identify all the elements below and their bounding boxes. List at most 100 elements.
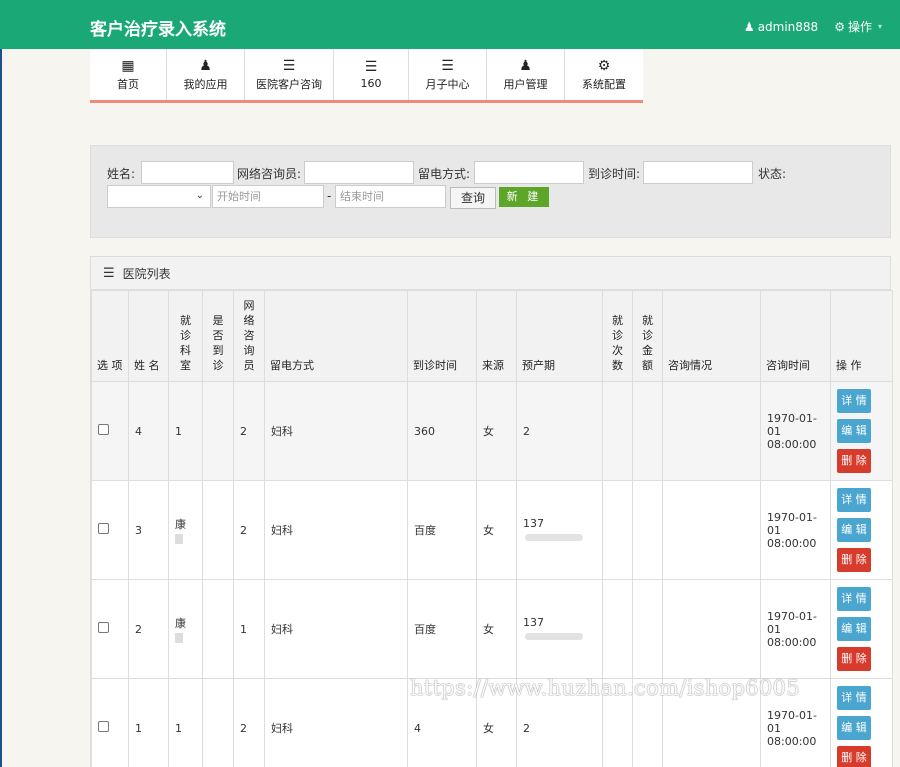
name-input[interactable]	[141, 161, 234, 184]
cell-consult-time: 1970-01- 01 08:00:00	[760, 480, 831, 580]
consultant-label: 网络咨询员:	[237, 167, 302, 181]
nav-item-160[interactable]: ☰ 160	[334, 49, 409, 100]
col-arrived: 是否到诊	[202, 290, 234, 382]
detail-button[interactable]: 详 情	[837, 686, 871, 710]
cell-arrived	[202, 678, 234, 767]
cell-dept: 康	[168, 480, 203, 580]
row-checkbox[interactable]	[98, 523, 109, 534]
delete-button[interactable]: 删 除	[837, 548, 871, 572]
table-row: 3 康 2 妇科 百度 女 137 1970-01- 01 08:00:00 详 情…	[91, 480, 893, 580]
delete-button[interactable]: 删 除	[837, 647, 871, 671]
new-button[interactable]: 新 建	[499, 187, 549, 207]
cell-due: 2	[516, 678, 603, 767]
row-checkbox[interactable]	[98, 721, 109, 732]
row-checkbox-cell	[91, 480, 129, 580]
edit-button[interactable]: 编 辑	[837, 716, 871, 740]
edit-button[interactable]: 编 辑	[837, 419, 871, 443]
cell-dept: 1	[168, 678, 203, 767]
cell-visits	[602, 579, 633, 679]
delete-button[interactable]: 删 除	[837, 746, 871, 767]
cell-source: 女	[476, 480, 517, 580]
nav-label: 首页	[117, 77, 139, 91]
grid-icon: ▦	[121, 57, 135, 74]
col-ops: 操 作	[830, 290, 893, 382]
cell-arrived	[202, 480, 234, 580]
hospital-list-panel: ☰ 医院列表 选 项 姓 名 就诊科室 是否到诊 网络咨询员 留电方式 到诊时间…	[90, 256, 893, 767]
user-icon: ♟	[743, 19, 755, 34]
search-panel: 姓名: 网络咨询员: 留电方式: 到诊时间: 状态: ⌄ 开始时间 - 结束时间…	[90, 145, 891, 238]
left-edge	[0, 49, 2, 767]
status-select[interactable]: ⌄	[107, 185, 211, 208]
col-consultant: 网络咨询员	[233, 290, 265, 382]
query-button[interactable]: 查询	[450, 187, 496, 209]
nav-item-user-admin[interactable]: ♟ 用户管理	[487, 49, 565, 100]
username: admin888	[757, 19, 819, 34]
col-amount: 就诊金额	[632, 290, 663, 382]
cell-amount	[632, 678, 663, 767]
contact-input[interactable]	[474, 161, 584, 184]
top-bar: 客户治疗录入系统 ♟ admin888 ⚙ 操作 ▾	[0, 0, 900, 49]
cell-dept: 康	[168, 579, 203, 679]
chevron-down-icon: ⌄	[195, 190, 204, 201]
col-consult-time: 咨询时间	[760, 290, 831, 382]
table-row: 1 1 2 妇科 4 女 2 1970-01- 01 08:00:00 详 情编 辑…	[91, 678, 893, 767]
row-checkbox-cell	[91, 381, 129, 481]
start-time-input[interactable]: 开始时间	[212, 185, 324, 208]
nav-item-my-apps[interactable]: ♟ 我的应用	[167, 49, 245, 100]
nav-label: 用户管理	[503, 77, 548, 91]
panel-title: 医院列表	[122, 266, 171, 281]
top-right-menu: ♟ admin888 ⚙ 操作 ▾	[744, 18, 882, 35]
end-time-input[interactable]: 结束时间	[335, 185, 446, 208]
cell-contact: 妇科	[264, 381, 408, 481]
detail-button[interactable]: 详 情	[837, 389, 871, 413]
nav-item-home[interactable]: ▦ 首页	[90, 49, 167, 100]
cell-ops: 详 情编 辑删 除	[830, 678, 893, 767]
user-menu[interactable]: ♟ admin888	[744, 18, 818, 35]
cell-amount	[632, 381, 663, 481]
ops-menu[interactable]: ⚙ 操作 ▾	[834, 18, 882, 35]
cell-ops: 详 情编 辑删 除	[830, 381, 893, 481]
row-checkbox[interactable]	[98, 622, 109, 633]
ops-label: 操作	[847, 20, 872, 34]
row-checkbox-cell	[91, 678, 129, 767]
panel-header: ☰ 医院列表	[91, 257, 890, 290]
edit-button[interactable]: 编 辑	[837, 617, 871, 641]
cell-amount	[632, 480, 663, 580]
cell-consult-info	[662, 579, 761, 679]
detail-button[interactable]: 详 情	[837, 488, 871, 512]
hospital-table: 选 项 姓 名 就诊科室 是否到诊 网络咨询员 留电方式 到诊时间 来源 预产期…	[91, 290, 893, 767]
detail-button[interactable]: 详 情	[837, 587, 871, 611]
col-visits: 就诊次数	[602, 290, 633, 382]
cell-due: 2	[516, 381, 603, 481]
gear-icon: ⚙	[597, 57, 611, 74]
nav-label: 医院客户咨询	[256, 77, 322, 91]
cell-source: 女	[476, 381, 517, 481]
visit-time-label: 到诊时间:	[588, 167, 641, 181]
nav-item-settings[interactable]: ⚙ 系统配置	[565, 49, 643, 100]
nav-label: 我的应用	[183, 77, 228, 91]
col-due: 预产期	[516, 290, 603, 382]
cell-visit-time: 4	[407, 678, 477, 767]
delete-button[interactable]: 删 除	[837, 449, 871, 473]
row-checkbox[interactable]	[98, 424, 109, 435]
consultant-input[interactable]	[304, 161, 414, 184]
edit-button[interactable]: 编 辑	[837, 518, 871, 542]
cell-consultant: 2	[233, 381, 265, 481]
redacted-text	[175, 633, 183, 643]
cell-visit-time: 百度	[407, 579, 477, 679]
cell-consult-info	[662, 480, 761, 580]
cell-source: 女	[476, 579, 517, 679]
user-icon: ♟	[519, 57, 532, 74]
nav-item-postpartum[interactable]: ☰ 月子中心	[409, 49, 487, 100]
cell-ops: 详 情编 辑删 除	[830, 579, 893, 679]
cell-contact: 妇科	[264, 480, 408, 580]
cell-arrived	[202, 381, 234, 481]
col-select: 选 项	[91, 290, 129, 382]
table-header-row: 选 项 姓 名 就诊科室 是否到诊 网络咨询员 留电方式 到诊时间 来源 预产期…	[91, 290, 893, 382]
cell-visit-time: 百度	[407, 480, 477, 580]
list-icon: ☰	[441, 57, 454, 74]
visit-time-input[interactable]	[643, 161, 753, 184]
cell-contact: 妇科	[264, 678, 408, 767]
nav-item-hospital-consult[interactable]: ☰ 医院客户咨询	[245, 49, 334, 100]
list-icon: ☰	[103, 265, 115, 281]
